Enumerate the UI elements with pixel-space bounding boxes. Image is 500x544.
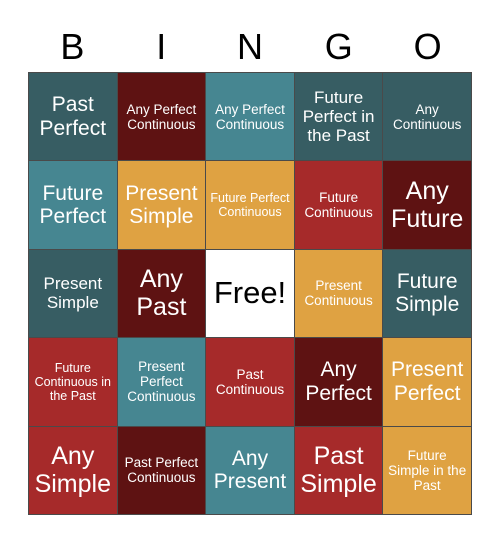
bingo-cell-label: Present Perfect <box>391 358 464 405</box>
bingo-cell[interactable]: Any Present <box>206 426 294 514</box>
bingo-cell[interactable]: Future Continuous in the Past <box>29 338 117 426</box>
bingo-cell[interactable]: Any Future <box>383 161 471 249</box>
bingo-cell[interactable]: Past Continuous <box>206 338 294 426</box>
bingo-cell-label: Future Continuous in the Past <box>34 360 112 403</box>
bingo-cell[interactable]: Future Continuous <box>294 161 383 249</box>
bingo-card: B I N G O Past Perfect Any Perfect Contin… <box>0 0 500 544</box>
bingo-cell-label: Present Simple <box>125 181 198 229</box>
bingo-cell-label: Future Simple <box>395 269 460 317</box>
bingo-cell-label: Any Perfect Continuous <box>126 101 197 132</box>
header-letter-b: B <box>60 26 85 67</box>
bingo-cell-free[interactable]: Free! <box>206 249 294 338</box>
bingo-cell[interactable]: Present Continuous <box>294 249 383 338</box>
bingo-cell-label: Any Perfect <box>305 358 372 405</box>
bingo-cell-label: Future Simple in the Past <box>388 447 467 493</box>
bingo-cell-label: Past Perfect <box>39 93 107 140</box>
bingo-cell[interactable]: Present Perfect Continuous <box>117 338 206 426</box>
bingo-cell-label: Past Perfect Continuous <box>124 455 199 486</box>
header-letter-o: O <box>413 26 442 67</box>
bingo-cell[interactable]: Future Simple in the Past <box>383 426 471 514</box>
bingo-cell-label: Present Simple <box>43 274 103 313</box>
bingo-cell-label: Present Continuous <box>304 278 373 309</box>
bingo-cell[interactable]: Any Past <box>117 249 206 338</box>
bingo-cell-label: Any Present <box>213 446 287 494</box>
bingo-cell[interactable]: Any Perfect Continuous <box>206 73 294 161</box>
bingo-grid: Past Perfect Any Perfect Continuous Any Pe… <box>28 72 472 515</box>
bingo-cell-label: Future Perfect <box>39 181 107 229</box>
bingo-cell[interactable]: Present Perfect <box>383 338 471 426</box>
bingo-cell-label: Past Continuous <box>215 366 285 397</box>
bingo-cell-label: Any Past <box>136 265 187 322</box>
bingo-cell[interactable]: Any Continuous <box>383 73 471 161</box>
header-letter-i: I <box>156 26 167 67</box>
bingo-cell-label: Future Perfect in the Past <box>302 88 375 146</box>
bingo-cell[interactable]: Any Perfect Continuous <box>117 73 206 161</box>
bingo-cell[interactable]: Present Simple <box>29 249 117 338</box>
bingo-cell[interactable]: Any Simple <box>29 426 117 514</box>
bingo-cell-label: Past Simple <box>300 442 377 499</box>
bingo-cell[interactable]: Present Simple <box>117 161 206 249</box>
bingo-cell[interactable]: Past Perfect <box>29 73 117 161</box>
bingo-cell[interactable]: Future Perfect <box>29 161 117 249</box>
bingo-cell[interactable]: Past Simple <box>294 426 383 514</box>
bingo-cell[interactable]: Future Perfect in the Past <box>294 73 383 161</box>
header-letter-n: N <box>236 26 263 67</box>
bingo-cell-label: Present Perfect Continuous <box>127 359 196 405</box>
bingo-cell-label: Any Simple <box>34 442 111 499</box>
bingo-cell-label: Any Future <box>391 177 464 234</box>
header-letter-g: G <box>324 26 353 67</box>
bingo-cell-label: Future Perfect Continuous <box>210 191 290 220</box>
bingo-cell[interactable]: Past Perfect Continuous <box>117 426 206 514</box>
bingo-cell[interactable]: Future Simple <box>383 249 471 338</box>
bingo-cell-label: Free! <box>213 275 287 311</box>
bingo-cell[interactable]: Future Perfect Continuous <box>206 161 294 249</box>
bingo-cell-label: Future Continuous <box>304 189 373 221</box>
bingo-header-row: B I N G O <box>28 22 472 72</box>
bingo-cell-label: Any Continuous <box>393 101 462 132</box>
bingo-cell-label: Any Perfect Continuous <box>215 101 285 132</box>
bingo-cell[interactable]: Any Perfect <box>294 338 383 426</box>
